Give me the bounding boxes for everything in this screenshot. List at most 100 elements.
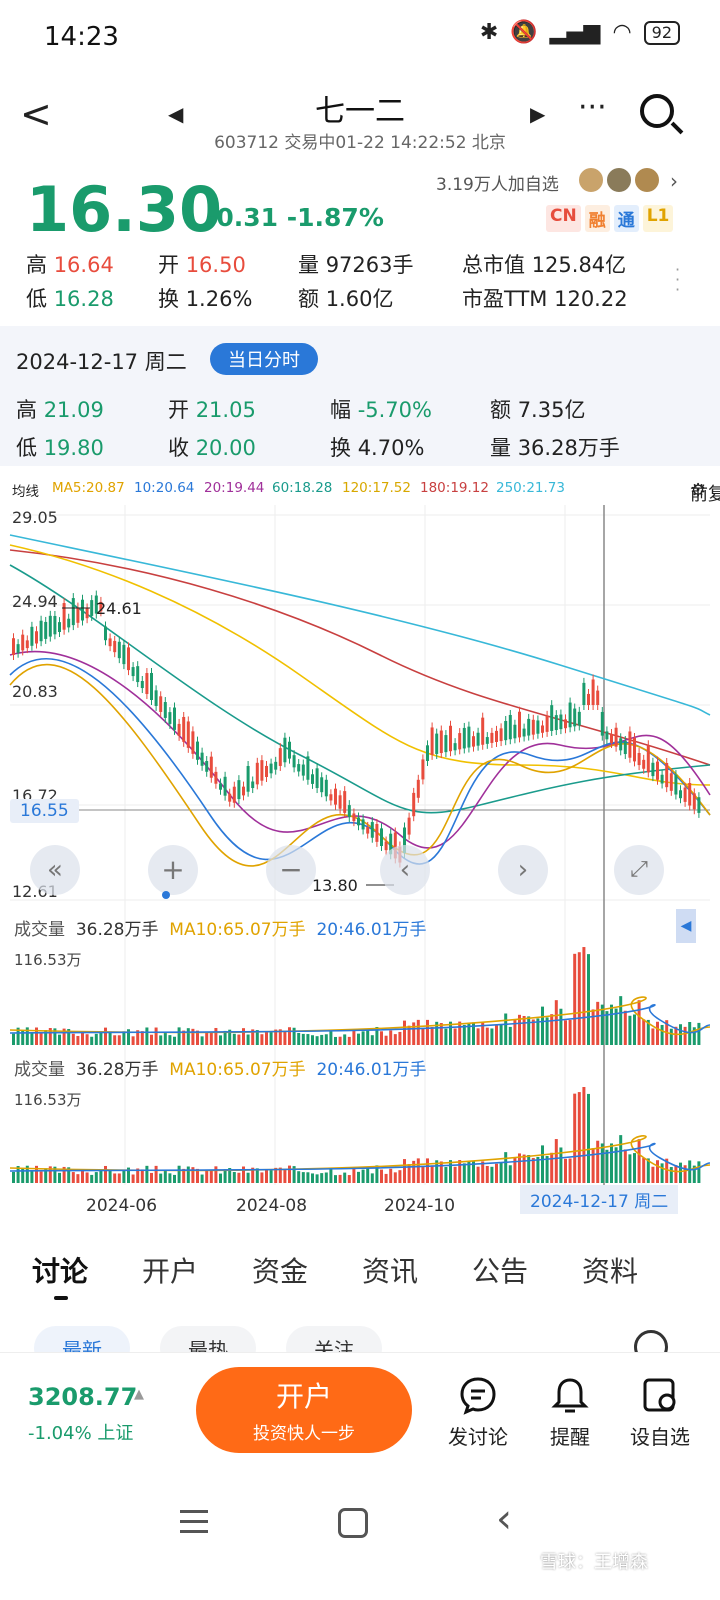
home-icon[interactable] (338, 1508, 368, 1538)
volume-bar (412, 1022, 416, 1045)
ma-curve (9, 534, 711, 716)
candle-body (140, 680, 144, 689)
zoom-out-button[interactable]: − (266, 845, 316, 895)
candle-body (85, 608, 89, 619)
candle-body (380, 828, 383, 846)
candle-body (209, 756, 213, 778)
candle-body (449, 725, 452, 752)
candle-body (541, 725, 544, 733)
volume-bar (209, 1031, 213, 1045)
tab-funds[interactable]: 资金 (252, 1250, 308, 1290)
subtab-following[interactable]: 关注 (286, 1326, 382, 1352)
add-watchlist-button[interactable]: 设自选 (620, 1375, 700, 1450)
post-discussion-button[interactable]: 发讨论 (438, 1375, 518, 1450)
candle-body (39, 620, 43, 642)
volume-bar (587, 954, 590, 1045)
volume-bar (421, 1028, 425, 1045)
next-stock-icon[interactable]: ▶ (530, 102, 545, 126)
candle-body (679, 790, 682, 799)
index-change[interactable]: -1.04% 上证 (28, 1419, 133, 1445)
volume-bar (633, 1153, 636, 1183)
volume-bar (246, 1034, 250, 1045)
volume-bar (283, 1169, 287, 1183)
subtab-latest[interactable]: 最新 (34, 1326, 130, 1352)
history-volume: 36.28万手 (517, 436, 620, 460)
badge-margin[interactable]: 融 (584, 205, 610, 232)
volume-bar (288, 1027, 291, 1045)
candle-body (646, 745, 650, 773)
volume-bar (458, 1160, 462, 1183)
candle-body (16, 644, 20, 653)
candle-body (223, 776, 227, 796)
subtab-hot[interactable]: 最热 (160, 1326, 256, 1352)
volume-bar (669, 1167, 673, 1183)
volume-bar (679, 1162, 682, 1183)
index-value[interactable]: 3208.77 (28, 1383, 137, 1411)
volume-bar (504, 1013, 508, 1045)
volume-bar (522, 1154, 526, 1183)
back-icon[interactable]: ‹ (496, 1496, 512, 1542)
stat-label: 额 (490, 398, 511, 422)
tab-news[interactable]: 资讯 (362, 1250, 418, 1290)
volume-bar (324, 1172, 328, 1183)
candle-body (421, 759, 425, 780)
candle-body (324, 779, 328, 797)
badge-cn[interactable]: CN (546, 205, 581, 232)
volume-bar (320, 1034, 324, 1045)
followers-count[interactable]: 3.19万人加自选 (436, 170, 559, 195)
volume-bar (554, 1139, 558, 1183)
volume-bar (205, 1032, 209, 1045)
volume-bar (324, 1034, 328, 1045)
collapse-icon[interactable]: ◀ (676, 909, 696, 943)
tab-profile[interactable]: 资料 (582, 1250, 638, 1290)
intraday-button[interactable]: 当日分时 (210, 343, 318, 375)
candle-body (311, 774, 314, 784)
kline-svg[interactable]: 29.0524.9420.8316.7212.6124.6113.802024-… (0, 505, 720, 1220)
candle-body (683, 787, 687, 802)
tab-open-account[interactable]: 开户 (142, 1250, 198, 1290)
more-icon[interactable]: ··· (578, 90, 607, 125)
volume-bar (99, 1170, 103, 1183)
candle-body (173, 707, 176, 730)
chart-prev-button[interactable]: « (30, 845, 80, 895)
volume-bar (688, 1021, 692, 1045)
sort-icon[interactable] (634, 1330, 668, 1352)
kline-chart[interactable]: 29.05 24.94 20.83 16.72 12.61 24.61 13.80 2024-… (0, 505, 720, 1220)
chart-back-button[interactable]: ‹ (380, 845, 430, 895)
volume-bar (384, 1173, 388, 1183)
candle-body (292, 755, 296, 768)
volume-bar (232, 1172, 236, 1183)
search-icon[interactable] (640, 94, 674, 128)
follower-avatars[interactable] (578, 167, 660, 193)
volume-bar (329, 1030, 333, 1045)
tab-announcements[interactable]: 公告 (472, 1250, 528, 1290)
chart-forward-button[interactable]: › (498, 845, 548, 895)
volume-bar (600, 1143, 604, 1183)
volume-bar (426, 1019, 429, 1045)
volume-bar (30, 1171, 34, 1183)
badge-connect[interactable]: 通 (613, 205, 639, 232)
volume-bar (462, 1024, 466, 1045)
ma-legend: 均线 MA5:20.87 10:20.64 20:19.44 60:18.28 … (0, 474, 720, 505)
badge-level1[interactable]: L1 (642, 205, 674, 232)
candle-body (531, 719, 535, 735)
chevron-right-icon[interactable]: › (670, 169, 678, 193)
volume-bar (403, 1159, 406, 1183)
open-account-button[interactable]: 开户 投资快人一步 (196, 1367, 412, 1453)
volume-bar (343, 1034, 347, 1045)
candle-body (44, 621, 48, 639)
candle-body (439, 730, 443, 754)
volume-bar (688, 1160, 692, 1183)
candle-body (108, 638, 112, 647)
volume-bar (200, 1174, 204, 1183)
volume-bar (366, 1028, 370, 1045)
fullscreen-button[interactable]: ⤢ (614, 845, 664, 895)
page-title: 七一二 (315, 94, 405, 129)
alert-button[interactable]: 提醒 (530, 1375, 610, 1450)
page-subtitle: 603712 交易中01-22 14:22:52 北京 (214, 133, 506, 153)
expand-stats-icon[interactable]: · · · (675, 262, 680, 298)
zoom-in-button[interactable]: + (148, 845, 198, 895)
volume-bar (260, 1172, 264, 1183)
tab-discussion[interactable]: 讨论 (32, 1250, 88, 1290)
menu-icon[interactable] (180, 1510, 208, 1540)
